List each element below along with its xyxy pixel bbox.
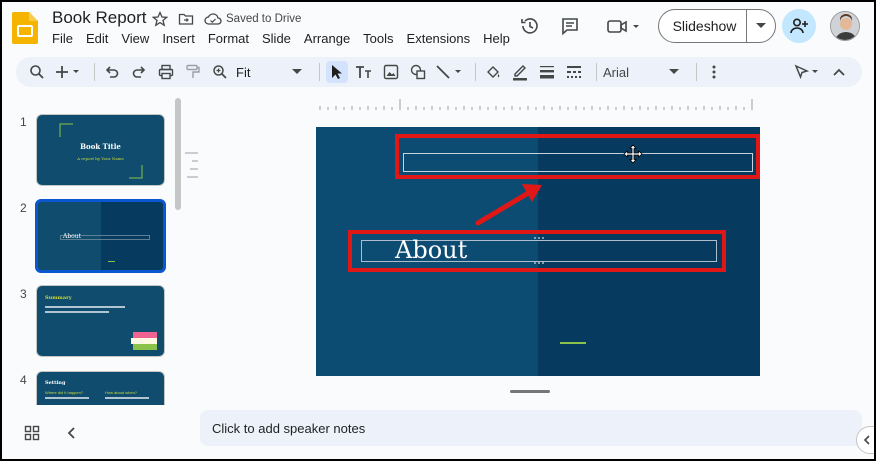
thumb-text-line	[45, 306, 125, 308]
thumb-green-line	[108, 261, 115, 262]
chevron-left-icon	[863, 435, 870, 445]
menu-edit[interactable]: Edit	[86, 31, 108, 46]
menu-help[interactable]: Help	[483, 31, 510, 46]
speaker-notes[interactable]: Click to add speaker notes	[200, 410, 862, 446]
thumb-title: About	[63, 233, 82, 240]
menu-insert[interactable]: Insert	[162, 31, 195, 46]
collapse-icon[interactable]	[828, 61, 850, 83]
redo-icon[interactable]	[128, 61, 150, 83]
empty-text-placeholder[interactable]	[403, 153, 753, 172]
border-dash-icon[interactable]	[563, 61, 585, 83]
slideshow-button[interactable]: Slideshow	[658, 9, 776, 43]
move-cursor-icon	[623, 144, 643, 164]
move-folder-icon[interactable]	[178, 11, 194, 27]
thumb-text-line	[45, 397, 89, 399]
thumb-text-line	[105, 397, 149, 399]
toolbar-divider	[596, 63, 597, 81]
history-icon[interactable]	[518, 14, 542, 38]
search-icon[interactable]	[26, 61, 48, 83]
slide-number: 4	[20, 373, 27, 387]
thumb-title: Summary	[45, 295, 72, 301]
thumb-title: Book Title	[80, 142, 121, 151]
slide-thumbnail-3[interactable]: Summary	[36, 285, 165, 357]
thumb-subtitle: A report by Your Name	[77, 156, 124, 161]
chevron-left-icon[interactable]	[64, 425, 80, 441]
fill-color-icon[interactable]	[482, 61, 504, 83]
slide-accent-line	[560, 342, 586, 344]
zoom-icon[interactable]	[209, 61, 231, 83]
star-icon[interactable]	[151, 10, 169, 27]
thumb-title: Setting	[45, 380, 66, 386]
toolbar-divider	[319, 63, 320, 81]
meet-icon[interactable]	[604, 14, 644, 38]
grid-view-icon[interactable]	[24, 425, 40, 441]
slide-thumbnail-1[interactable]: Book Title A report by Your Name	[36, 114, 165, 186]
vertical-ruler[interactable]	[184, 127, 198, 377]
comment-icon[interactable]	[558, 14, 582, 38]
thumb-corner-accent	[59, 123, 73, 137]
menu-slide[interactable]: Slide	[262, 31, 291, 46]
slides-logo-icon[interactable]	[12, 12, 38, 44]
toolbar-divider	[475, 63, 476, 81]
border-color-icon[interactable]	[509, 61, 531, 83]
side-panel-toggle[interactable]	[856, 426, 876, 454]
saved-status: Saved to Drive	[226, 13, 302, 25]
avatar[interactable]	[830, 11, 860, 41]
menu-file[interactable]: File	[52, 31, 73, 46]
slide-title-text[interactable]: About	[395, 236, 467, 264]
paint-format-icon[interactable]	[182, 61, 204, 83]
print-icon[interactable]	[155, 61, 177, 83]
menu-tools[interactable]: Tools	[363, 31, 393, 46]
thumb-col2-heading: How about when?	[105, 390, 138, 395]
text-box-icon[interactable]	[353, 61, 375, 83]
thumb-text-line	[45, 311, 109, 313]
notes-resize-handle[interactable]	[510, 390, 550, 393]
title-icons: Saved to Drive	[151, 10, 302, 27]
plus-icon[interactable]	[53, 61, 83, 83]
font-select[interactable]: Arial	[603, 65, 663, 80]
zoom-select[interactable]: Fit	[236, 65, 286, 80]
menu-view[interactable]: View	[121, 31, 149, 46]
slide-number: 1	[20, 115, 27, 129]
menu-bar: File Edit View Insert Format Slide Arran…	[52, 31, 523, 46]
thumb-corner-accent	[129, 165, 143, 179]
line-icon[interactable]	[434, 61, 464, 83]
document-title[interactable]: Book Report	[52, 8, 147, 28]
border-weight-icon[interactable]	[536, 61, 558, 83]
menu-format[interactable]: Format	[208, 31, 249, 46]
cloud-saved-icon[interactable]	[204, 11, 222, 27]
menu-extensions[interactable]: Extensions	[407, 31, 471, 46]
thumb-book-illustration	[133, 344, 157, 350]
selection-handles[interactable]	[532, 236, 546, 266]
slide-thumbnail-2[interactable]: About	[35, 199, 166, 273]
slideshow-label: Slideshow	[672, 18, 737, 34]
undo-icon[interactable]	[101, 61, 123, 83]
toolbar: Fit Arial	[16, 57, 862, 87]
red-arrow-annotation	[475, 184, 542, 226]
slide-number: 2	[20, 201, 27, 215]
thumb-col1-heading: Where did it happen?	[45, 390, 84, 395]
filmstrip-scrollbar[interactable]	[175, 98, 181, 210]
select-icon[interactable]	[326, 61, 348, 83]
speaker-notes-placeholder: Click to add speaker notes	[212, 420, 366, 436]
pointer-icon[interactable]	[793, 61, 823, 83]
slide-thumbnail-4[interactable]: Setting Where did it happen? How about w…	[36, 371, 165, 405]
horizontal-ruler[interactable]	[316, 96, 762, 110]
chevron-down-icon[interactable]	[747, 23, 775, 29]
font-dropdown-icon[interactable]	[663, 61, 685, 83]
more-icon[interactable]	[703, 61, 725, 83]
shape-icon[interactable]	[407, 61, 429, 83]
toolbar-divider	[696, 63, 697, 81]
toolbar-divider	[94, 63, 95, 81]
image-icon[interactable]	[380, 61, 402, 83]
menu-arrange[interactable]: Arrange	[304, 31, 350, 46]
zoom-dropdown-icon[interactable]	[286, 61, 308, 83]
slide-number: 3	[20, 287, 27, 301]
share-icon[interactable]	[782, 9, 816, 43]
